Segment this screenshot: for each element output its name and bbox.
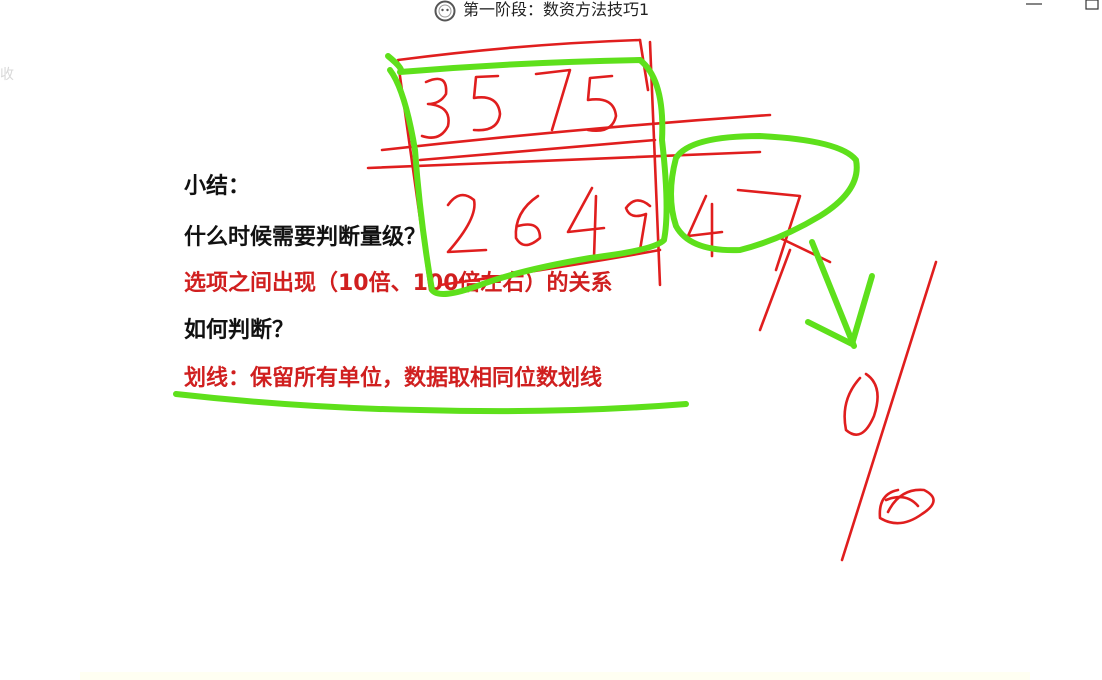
window-title: 第一阶段：数资方法技巧1 <box>463 0 650 19</box>
answer-when: 选项之间出现（10倍、100倍左右）的关系 <box>184 271 613 296</box>
minimize-icon[interactable] <box>1024 0 1044 10</box>
handwriting-annotations <box>173 38 938 562</box>
edge-glyph: 收 <box>0 67 14 83</box>
question-when: 什么时候需要判断量级？ <box>184 225 427 250</box>
bottom-band <box>80 672 1030 680</box>
summary-heading: 小结： <box>184 174 251 199</box>
question-how: 如何判断？ <box>184 318 295 343</box>
title-bar: 第一阶段：数资方法技巧1 <box>0 0 1102 24</box>
maximize-icon[interactable] <box>1082 0 1102 10</box>
player-app-icon <box>434 0 456 22</box>
answer-how: 划线：保留所有单位，数据取相同位数划线 <box>184 366 603 391</box>
